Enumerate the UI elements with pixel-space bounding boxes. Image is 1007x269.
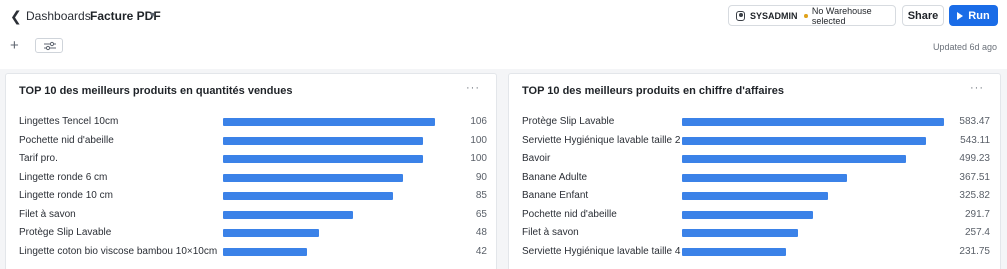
- role-label: SYSADMIN: [749, 10, 798, 21]
- sliders-icon: [44, 41, 56, 51]
- bar[interactable]: [682, 229, 798, 237]
- bar-category-label: Serviette Hygiénique lavable taille 4: [522, 245, 681, 257]
- share-button[interactable]: Share: [902, 5, 944, 26]
- bar[interactable]: [223, 247, 307, 256]
- chart-row: Protège Slip Lavable 583.47: [509, 114, 1000, 132]
- bar[interactable]: [682, 136, 926, 145]
- chart-card-quantity: TOP 10 des meilleurs produits en quantit…: [5, 73, 497, 269]
- chart-row: Banane Enfant 325.82: [509, 188, 1000, 206]
- bar[interactable]: [682, 155, 906, 163]
- bar-value-label: 583.47: [959, 116, 990, 127]
- chart-row: Serviette Hygiénique lavable taille 4 231…: [509, 244, 1000, 262]
- chart-row: Tarif pro. 100: [6, 151, 496, 169]
- bar-category-label: Lingette ronde 10 cm: [19, 190, 113, 201]
- filter-settings-button[interactable]: [35, 38, 63, 53]
- bar[interactable]: [223, 229, 319, 237]
- bar[interactable]: [682, 247, 786, 256]
- bar-category-label: Protège Slip Lavable: [19, 227, 112, 238]
- chart-row: Protège Slip Lavable 48: [6, 225, 496, 243]
- chart-title: TOP 10 des meilleurs produits en quantit…: [19, 85, 293, 97]
- breadcrumb-dashboards[interactable]: Dashboards: [26, 9, 91, 23]
- bar[interactable]: [223, 155, 423, 163]
- bar-category-label: Serviette Hygiénique lavable taille 2: [522, 134, 681, 146]
- warehouse-label: No Warehouse selected: [811, 5, 872, 26]
- bar-category-label: Lingette coton bio viscose bambou 10×10c…: [19, 245, 218, 257]
- bar-value-label: 543.11: [960, 134, 990, 146]
- bar-category-label: Protège Slip Lavable: [522, 116, 615, 127]
- chevron-left-icon[interactable]: ❮: [10, 8, 24, 24]
- chart-row: Filet à savon 65: [6, 207, 496, 225]
- more-options-icon[interactable]: ···: [970, 82, 984, 94]
- bar-value-label: 106: [470, 116, 487, 127]
- bar-value-label: 291.7: [964, 208, 990, 220]
- run-button[interactable]: Run: [949, 5, 998, 26]
- context-selector[interactable]: SYSADMIN No Warehouse selected: [728, 5, 896, 26]
- status-dot: [804, 13, 808, 18]
- bar[interactable]: [682, 173, 847, 182]
- bar[interactable]: [223, 192, 393, 200]
- bar[interactable]: [223, 118, 435, 126]
- bar[interactable]: [223, 210, 353, 219]
- bar[interactable]: [682, 118, 944, 126]
- chart-card-revenue: TOP 10 des meilleurs produits en chiffre…: [508, 73, 1001, 269]
- more-options-icon[interactable]: ···: [466, 82, 480, 94]
- bar-category-label: Bavoir: [522, 153, 551, 164]
- bar-value-label: 85: [475, 190, 487, 201]
- play-icon: [957, 11, 964, 20]
- add-icon[interactable]: +: [10, 38, 19, 53]
- bar-category-label: Lingettes Tencel 10cm: [19, 116, 119, 127]
- top-bar: ❮ Dashboards Facture PDF ▼ SYSADMIN No W…: [0, 0, 1007, 69]
- bar-value-label: 499.23: [959, 153, 990, 164]
- bar-value-label: 325.82: [959, 190, 990, 201]
- chart-row: Lingettes Tencel 10cm 106: [6, 114, 496, 132]
- bar-value-label: 257.4: [964, 227, 990, 238]
- chart-row: Banane Adulte 367.51: [509, 170, 1000, 188]
- bar-category-label: Banane Adulte: [522, 171, 588, 183]
- bar-value-label: 231.75: [959, 245, 990, 257]
- chevron-down-icon[interactable]: ▼: [148, 10, 157, 20]
- bar-category-label: Filet à savon: [19, 208, 76, 220]
- run-label: Run: [968, 9, 990, 22]
- bar[interactable]: [682, 210, 813, 219]
- bar-category-label: Pochette nid d'abeille: [522, 208, 617, 220]
- bar-value-label: 90: [475, 171, 487, 183]
- user-icon: [736, 10, 745, 21]
- bar-value-label: 65: [475, 208, 487, 220]
- chart-row: Filet à savon 257.4: [509, 225, 1000, 243]
- bar-value-label: 48: [475, 227, 487, 238]
- bar[interactable]: [223, 136, 423, 145]
- chart-row: Pochette nid d'abeille 291.7: [509, 207, 1000, 225]
- chart-row: Lingette coton bio viscose bambou 10×10c…: [6, 244, 496, 262]
- bar-category-label: Pochette nid d'abeille: [19, 134, 114, 146]
- bar-value-label: 42: [475, 245, 487, 257]
- bar-category-label: Tarif pro.: [19, 153, 58, 164]
- chart-row: Bavoir 499.23: [509, 151, 1000, 169]
- bar[interactable]: [223, 173, 403, 182]
- bar[interactable]: [682, 192, 828, 200]
- chart-row: Serviette Hygiénique lavable taille 2 543…: [509, 133, 1000, 151]
- chart-title: TOP 10 des meilleurs produits en chiffre…: [522, 85, 785, 97]
- bar-category-label: Lingette ronde 6 cm: [19, 171, 108, 183]
- bar-value-label: 100: [470, 153, 487, 164]
- bar-value-label: 367.51: [959, 171, 990, 183]
- bar-category-label: Filet à savon: [522, 227, 579, 238]
- chart-row: Pochette nid d'abeille 100: [6, 133, 496, 151]
- bar-value-label: 100: [470, 134, 487, 146]
- chart-row: Lingette ronde 6 cm 90: [6, 170, 496, 188]
- chart-row: Lingette ronde 10 cm 85: [6, 188, 496, 206]
- bar-category-label: Banane Enfant: [522, 190, 589, 201]
- updated-timestamp: Updated 6d ago: [932, 42, 997, 52]
